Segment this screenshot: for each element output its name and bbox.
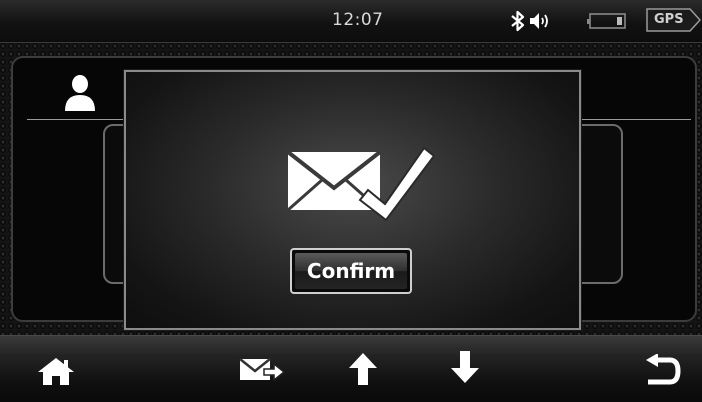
speaker-icon xyxy=(528,10,554,36)
confirm-button-label: Confirm xyxy=(306,259,396,283)
confirm-button-face: Confirm xyxy=(295,253,407,289)
battery-icon xyxy=(587,13,627,33)
gps-badge[interactable]: GPS xyxy=(646,7,702,33)
status-bar: 12:07 GPS xyxy=(0,0,702,43)
scroll-up-button[interactable] xyxy=(332,336,392,402)
confirm-dialog: Confirm xyxy=(124,70,581,330)
message-sent-check-icon xyxy=(284,144,440,226)
home-button[interactable] xyxy=(28,336,88,402)
send-message-icon xyxy=(239,358,286,382)
send-message-button[interactable] xyxy=(232,336,292,402)
home-icon xyxy=(38,358,74,385)
arrow-down-icon xyxy=(451,351,479,383)
bluetooth-icon xyxy=(510,10,526,36)
confirm-button[interactable]: Confirm xyxy=(290,248,412,294)
scroll-down-button[interactable] xyxy=(434,336,494,402)
bottom-nav-bar xyxy=(0,335,702,402)
gps-label: GPS xyxy=(654,12,684,27)
back-icon xyxy=(646,354,681,385)
back-button[interactable] xyxy=(636,336,696,402)
arrow-up-icon xyxy=(349,353,377,385)
user-icon xyxy=(63,74,97,116)
clock: 12:07 xyxy=(332,10,384,30)
